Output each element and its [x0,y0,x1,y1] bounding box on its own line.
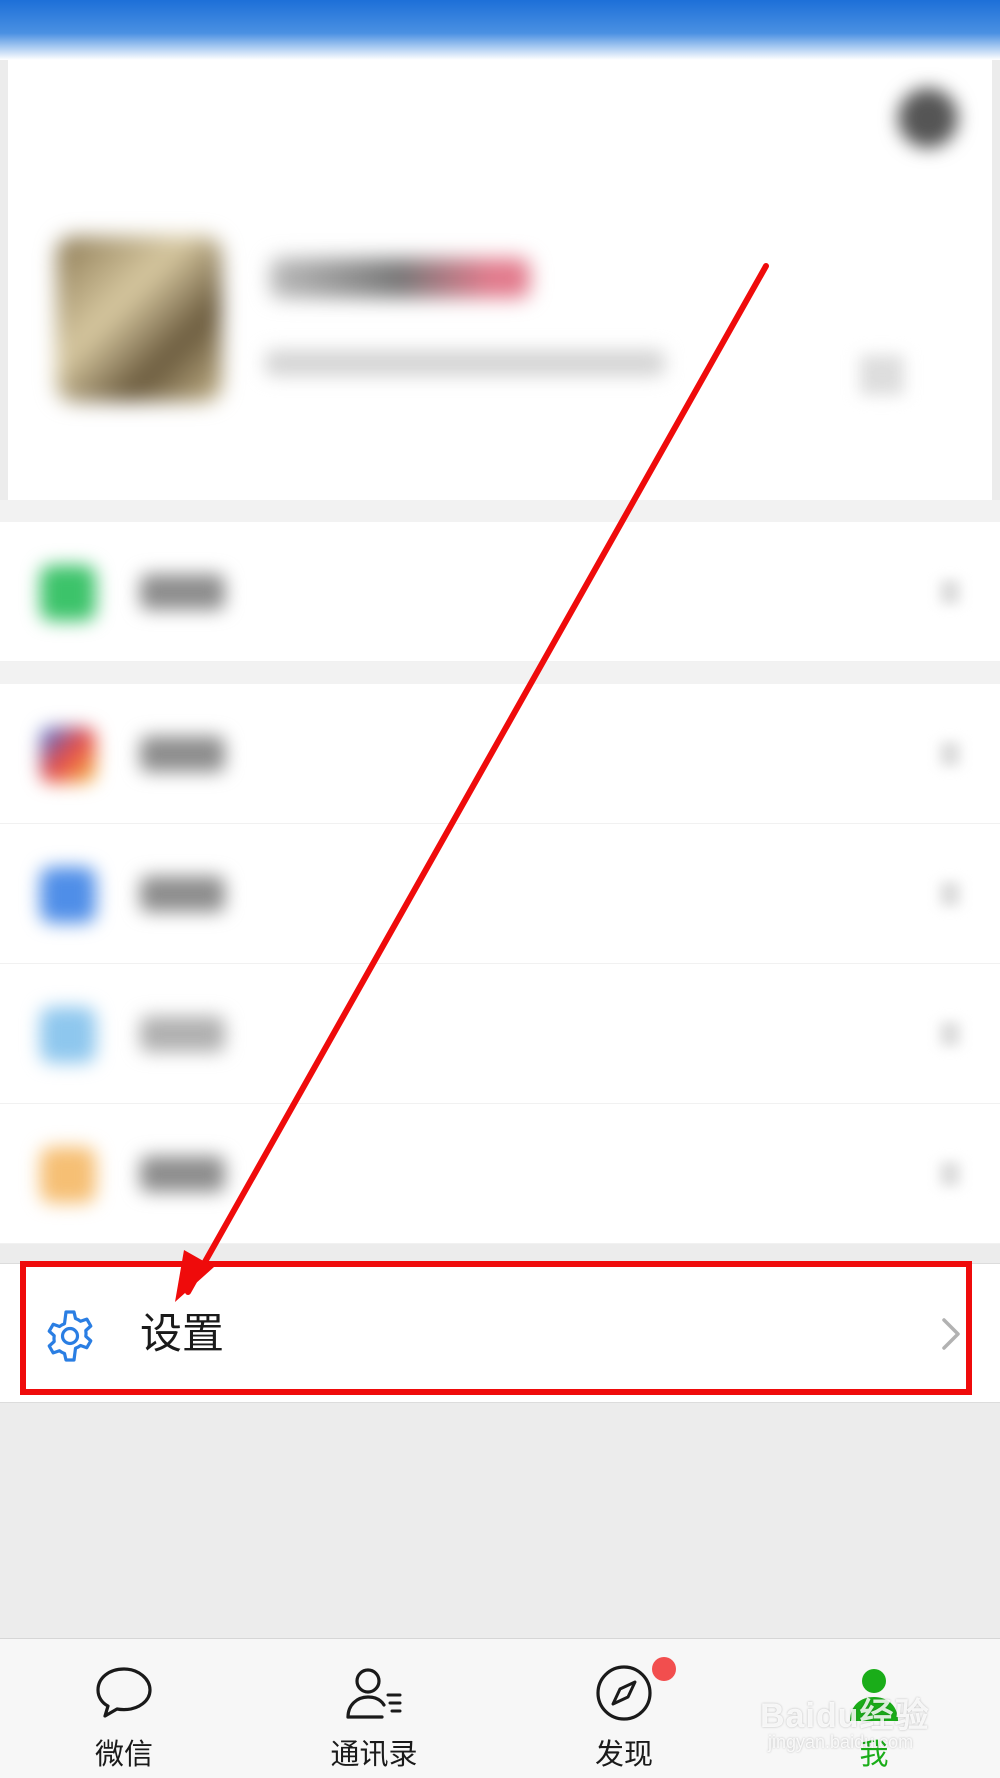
profile-name-blurred [270,258,530,298]
tab-label: 我 [859,1737,889,1771]
list-item-label-blurred [140,1156,225,1192]
chevron-right-icon [940,742,960,766]
emoji-icon [40,1147,96,1203]
tab-label: 微信 [94,1737,153,1771]
tab-discover[interactable]: 发现 [524,1639,724,1778]
header-camera-icon[interactable] [898,88,958,148]
list-item-label-blurred [140,876,225,912]
list-item-blurred-4[interactable] [0,964,1000,1104]
bottom-tab-bar: 微信 通讯录 发现 我 [0,1638,1000,1778]
list-item-blurred-3[interactable] [0,824,1000,964]
profile-id-blurred [265,350,665,376]
list-item-label-blurred [140,574,225,610]
contacts-icon [346,1668,402,1719]
list-item-blurred-2[interactable] [0,684,1000,824]
chevron-right-icon [940,882,960,906]
pay-icon [40,565,96,621]
notification-badge [652,1657,676,1681]
list-item-label-blurred [140,1016,225,1052]
chevron-right-icon [940,1162,960,1186]
favorites-icon [40,727,96,783]
person-icon [850,1669,898,1721]
list-item-label-blurred [140,736,225,772]
tab-contacts[interactable]: 通讯录 [274,1639,474,1778]
section-divider [0,1244,1000,1263]
tab-label: 发现 [594,1737,653,1771]
chevron-right-icon [940,1022,960,1046]
compass-icon [596,1665,652,1721]
list-item-blurred-5[interactable] [0,1104,1000,1244]
chevron-right-icon [942,1318,960,1350]
settings-row[interactable]: 设置 [0,1263,1000,1403]
tab-label: 通讯录 [330,1737,418,1771]
chat-bubble-icon [96,1667,152,1718]
tab-chats[interactable]: 微信 [24,1639,224,1778]
section-divider [0,662,1000,684]
chevron-right-icon [940,580,960,604]
qr-code-icon[interactable] [860,355,904,395]
tab-me[interactable]: 我 [774,1639,974,1778]
list-item-blurred-1[interactable] [0,522,1000,662]
status-bar [0,0,1000,60]
section-divider [0,500,1000,522]
album-icon [40,867,96,923]
settings-label: 设置 [140,1309,225,1358]
gear-icon [47,1310,93,1362]
avatar[interactable] [56,236,222,402]
cards-icon [40,1007,96,1063]
